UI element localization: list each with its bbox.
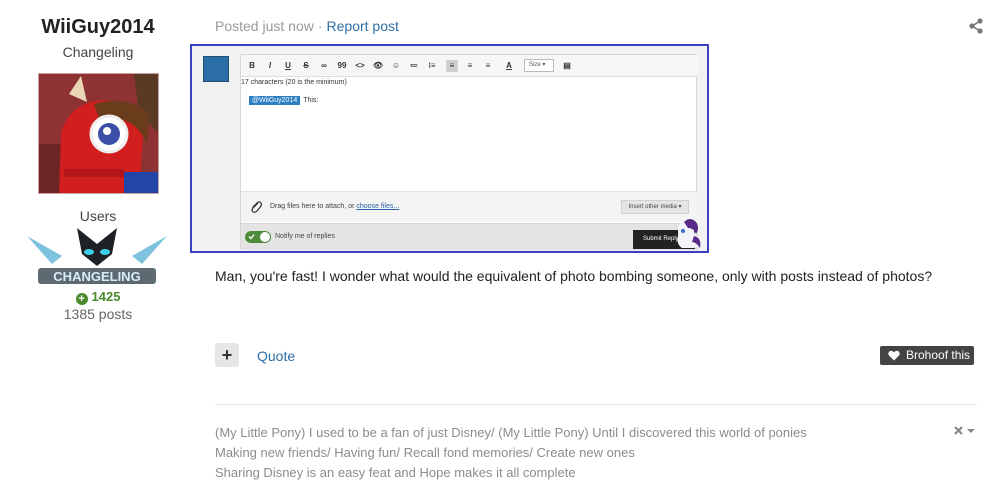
- char-count: 17 characters (20 is the minimum): [241, 79, 347, 86]
- signature: (My Little Pony) I used to be a fan of j…: [215, 423, 935, 483]
- spoiler-icon: 👁: [372, 61, 384, 70]
- post-meta: Posted just now · Report post: [215, 18, 399, 34]
- group-badge-text: CHANGELING: [53, 269, 140, 284]
- italic-icon: I: [268, 61, 272, 70]
- mention-tag: @WiiGuy2014: [249, 96, 301, 105]
- bullet-list-icon: ≔: [410, 61, 418, 70]
- insert-media-button: Insert other media ▾: [621, 200, 689, 214]
- signature-line: (My Little Pony) I used to be a fan of j…: [215, 425, 807, 440]
- signature-line: Sharing Disney is an easy feat and Hope …: [215, 465, 576, 480]
- signature-line: Making new friends/ Having fun/ Recall f…: [215, 445, 635, 460]
- emoji-icon: ☺: [391, 61, 401, 70]
- attach-bar: Drag files here to attach, or choose fil…: [241, 191, 698, 222]
- avatar[interactable]: [38, 73, 159, 194]
- align-center-icon: ≡: [467, 61, 473, 70]
- mention-text: This:: [303, 97, 319, 104]
- quote-icon: 99: [337, 61, 347, 70]
- paperclip-icon: [251, 201, 262, 213]
- mention-row: @WiiGuy2014 This:: [249, 96, 318, 105]
- embedded-screenshot[interactable]: B I U S ∞ 99 <> 👁 ☺ ≔ ⁝≡ ≡ ≡ ≡ A Size ▾ …: [190, 44, 709, 253]
- quote-link[interactable]: Quote: [257, 348, 295, 364]
- reputation-plus-icon: +: [75, 293, 88, 305]
- notify-bar: Notify me of replies Submit Reply: [241, 223, 698, 250]
- reputation-count: 1425: [91, 289, 121, 304]
- brohoof-label: Brohoof this: [906, 348, 971, 362]
- heart-icon: [888, 350, 900, 361]
- meta-separator: ·: [317, 18, 323, 34]
- align-left-icon: ≡: [446, 60, 458, 72]
- signature-divider: [215, 404, 977, 405]
- check-icon: [248, 234, 255, 240]
- choose-files-link: choose files...: [356, 203, 400, 210]
- screenshot-toolbar: B I U S ∞ 99 <> 👁 ☺ ≔ ⁝≡ ≡ ≡ ≡ A Size ▾ …: [241, 55, 698, 77]
- notify-label: Notify me of replies: [275, 233, 335, 240]
- strikethrough-icon: S: [303, 61, 309, 70]
- font-color-icon: A: [506, 61, 512, 70]
- attach-text: Drag files here to attach, or choose fil…: [270, 203, 400, 210]
- author-name[interactable]: WiiGuy2014: [0, 16, 196, 39]
- chevron-down-icon: [967, 429, 975, 433]
- changeling-badge-icon: CHANGELING: [22, 226, 172, 288]
- hide-signature-icon: [954, 426, 963, 435]
- preview-icon: ▤: [563, 61, 571, 70]
- report-post-link[interactable]: Report post: [327, 18, 399, 34]
- author-rank: Changeling: [62, 44, 134, 60]
- signature-options[interactable]: [953, 424, 977, 438]
- brohoof-button[interactable]: Brohoof this: [880, 346, 974, 365]
- align-right-icon: ≡: [485, 61, 491, 70]
- multiquote-plus-button[interactable]: +: [215, 343, 239, 367]
- link-icon: ∞: [321, 61, 327, 70]
- author-group: Users: [79, 208, 117, 224]
- reputation: +1425: [0, 289, 196, 305]
- numbered-list-icon: ⁝≡: [428, 61, 436, 70]
- post-count: 1385 posts: [63, 306, 133, 322]
- screenshot-editor: B I U S ∞ 99 <> 👁 ☺ ≔ ⁝≡ ≡ ≡ ≡ A Size ▾ …: [240, 54, 698, 250]
- size-select: Size ▾: [524, 59, 554, 72]
- post-timestamp: Posted just now: [215, 18, 314, 34]
- underline-icon: U: [285, 61, 291, 70]
- bold-icon: B: [249, 61, 255, 70]
- pony-sticker-icon: [677, 219, 701, 248]
- post-body: Man, you're fast! I wonder what would th…: [215, 268, 933, 284]
- code-icon: <>: [355, 61, 365, 70]
- screenshot-avatar: [203, 56, 229, 82]
- share-icon[interactable]: [968, 18, 984, 34]
